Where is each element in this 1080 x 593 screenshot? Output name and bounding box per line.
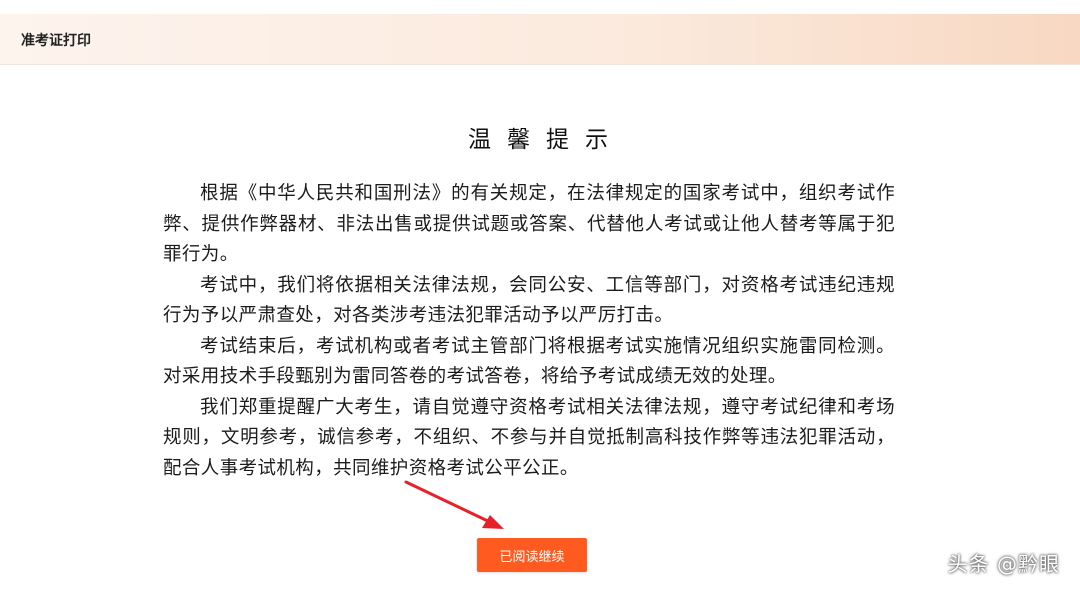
notice-paragraph: 根据《中华人民共和国刑法》的有关规定，在法律规定的国家考试中，组织考试作弊、提供… xyxy=(163,183,895,265)
page-title: 准考证打印 xyxy=(21,33,91,49)
notice-paragraph: 我们郑重提醒广大考生，请自觉遵守资格考试相关法律法规，遵守考试纪律和考场规则，文… xyxy=(163,396,895,479)
notice-paragraph: 考试中，我们将依据相关法律法规，会同公安、工信等部门，对资格考试违纪违规行为予以… xyxy=(163,274,895,327)
notice-body: 根据《中华人民共和国刑法》的有关规定，在法律规定的国家考试中，组织考试作弊、提供… xyxy=(163,179,895,484)
watermark: 头条 @黔眼 xyxy=(947,552,1060,576)
arrow-annotation-icon xyxy=(404,480,504,529)
notice-title: 温馨提示 xyxy=(468,127,624,153)
continue-button[interactable]: 已阅读继续 xyxy=(477,538,587,572)
header-bar: 准考证打印 xyxy=(0,14,1080,65)
notice-paragraph: 考试结束后，考试机构或者考试主管部门将根据考试实施情况组织实施雷同检测。对采用技… xyxy=(163,335,895,388)
